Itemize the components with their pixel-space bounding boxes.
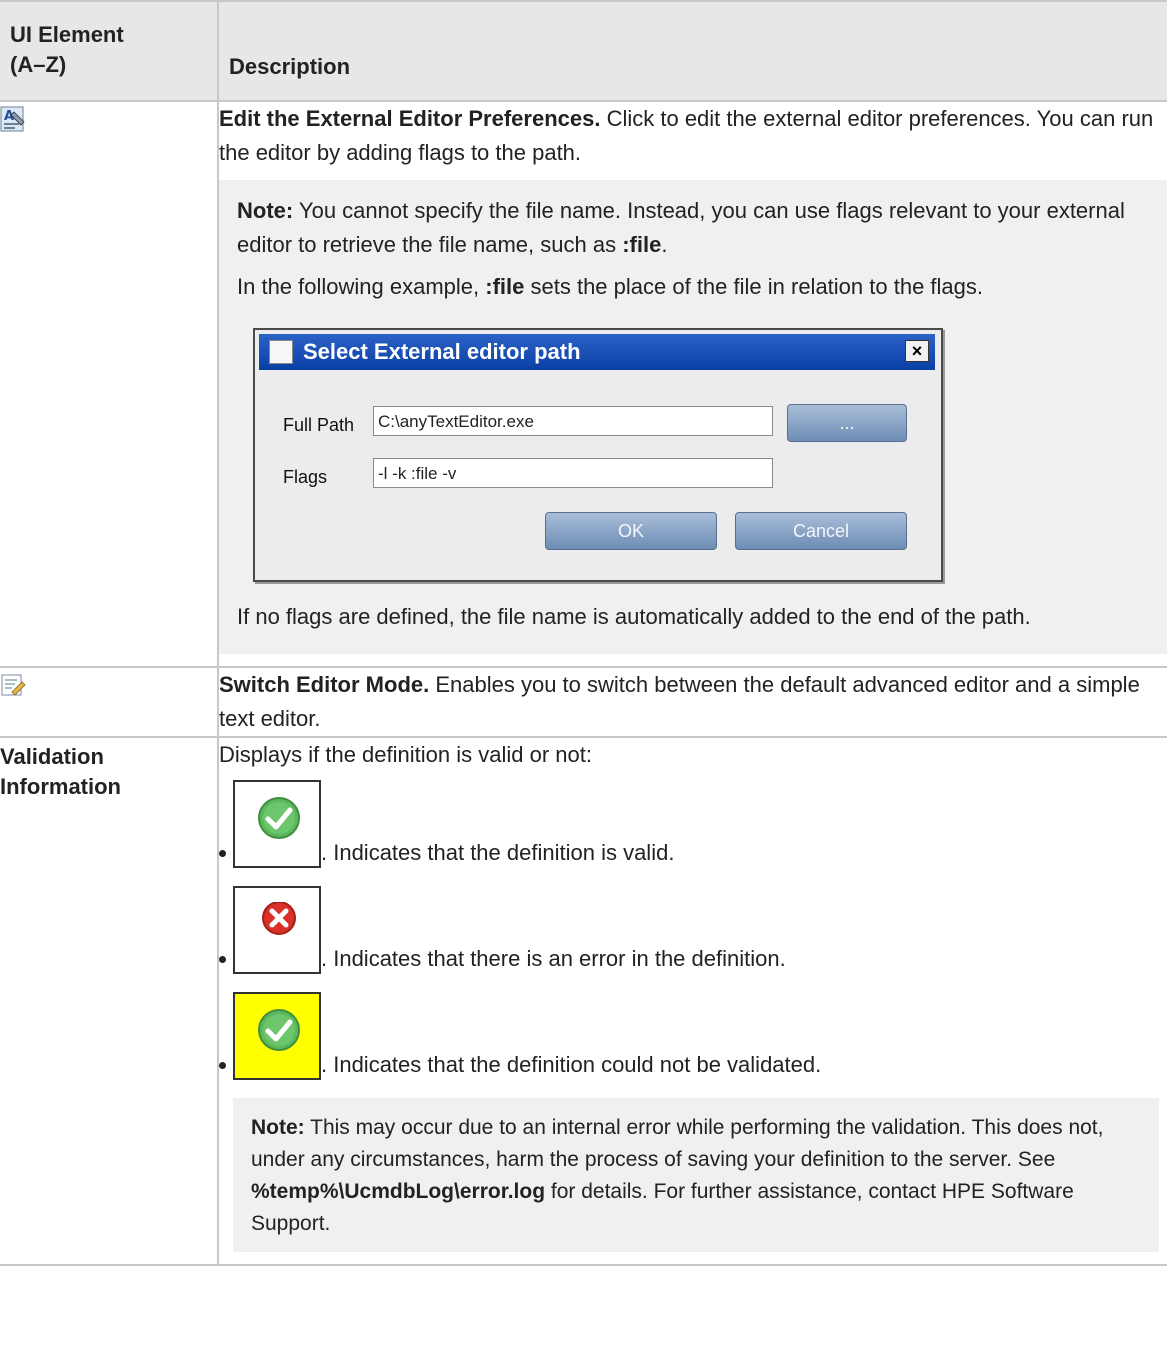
header-description-label: Description [229, 54, 351, 79]
full-path-input[interactable]: C:\anyTextEditor.exe [373, 406, 773, 436]
example-end: sets the place of the file in relation t… [524, 274, 984, 299]
note-text-end: . [661, 232, 668, 257]
note-paragraph: Note: You cannot specify the file name. … [237, 194, 1149, 262]
note-label: Note: [251, 1116, 305, 1139]
cancel-button[interactable]: Cancel [735, 512, 907, 550]
row-description: Edit the External Editor Preferences. Cl… [219, 102, 1167, 170]
header-description: Description [217, 0, 1167, 102]
dialog-screenshot: Select External editor path × Full Path … [237, 312, 1149, 600]
row-description: Switch Editor Mode. Enables you to switc… [219, 668, 1167, 736]
ok-button[interactable]: OK [545, 512, 717, 550]
validation-note-box: Note: This may occur due to an internal … [233, 1098, 1159, 1252]
example-paragraph: In the following example, :file sets the… [237, 270, 1149, 304]
header-ui-element: UI Element (A–Z) [0, 0, 219, 102]
list-item: . Indicates that there is an error in th… [219, 886, 1167, 992]
row-title: Switch Editor Mode. [219, 672, 430, 697]
description-cell: Edit the External Editor Preferences. Cl… [217, 100, 1167, 668]
java-app-icon [269, 340, 293, 364]
ui-element-cell: A [0, 100, 219, 668]
ui-elements-table: UI Element (A–Z) Description A Edit the … [0, 0, 1167, 1266]
dialog-title: Select External editor path [303, 339, 581, 364]
switch-editor-mode-icon [0, 672, 26, 698]
error-log-path: %temp%\UcmdbLog\error.log [251, 1180, 546, 1203]
bullet [219, 850, 226, 857]
full-path-label: Full Path [283, 415, 355, 435]
ui-element-cell: Validation Information [0, 736, 219, 1266]
note-flag: :file [622, 232, 662, 257]
status-text: . Indicates that the definition could no… [321, 1052, 822, 1077]
validation-status-list: . Indicates that the definition is valid… [219, 780, 1167, 1098]
ui-element-cell [0, 666, 219, 738]
bullet [219, 1062, 226, 1069]
note-after: If no flags are defined, the file name i… [237, 604, 1031, 629]
list-item: . Indicates that the definition could no… [219, 992, 1167, 1098]
browse-button[interactable]: ... [787, 404, 907, 442]
example-start: In the following example, [237, 274, 486, 299]
table-header-row: UI Element (A–Z) Description [0, 0, 1167, 102]
bullet [219, 956, 226, 963]
error-x-icon [233, 886, 321, 974]
header-ui-element-line2: (A–Z) [10, 52, 67, 77]
note-label: Note: [237, 198, 294, 223]
row-title: Edit the External Editor Preferences. [219, 106, 601, 131]
edit-external-editor-icon: A [0, 106, 26, 132]
description-cell: Displays if the definition is valid or n… [217, 736, 1167, 1266]
table-row: Switch Editor Mode. Enables you to switc… [0, 666, 1167, 738]
flags-input[interactable]: -l -k :file -v [373, 458, 773, 488]
dialog-title-bar: Select External editor path × [259, 334, 935, 370]
select-editor-dialog: Select External editor path × Full Path … [253, 328, 943, 582]
header-ui-element-line1: UI Element [10, 22, 124, 47]
table-row: A Edit the External Editor Preferences. … [0, 100, 1167, 668]
note-text: This may occur due to an internal error … [251, 1116, 1104, 1171]
note-box: Note: You cannot specify the file name. … [219, 180, 1167, 654]
description-cell: Switch Editor Mode. Enables you to switc… [217, 666, 1167, 738]
table-row: Validation Information Displays if the d… [0, 736, 1167, 1266]
example-flag: :file [485, 274, 525, 299]
status-text: . Indicates that the definition is valid… [321, 840, 675, 865]
validation-intro: Displays if the definition is valid or n… [219, 742, 592, 767]
list-item: . Indicates that the definition is valid… [219, 780, 1167, 886]
validation-information-label: Validation Information [0, 744, 121, 799]
valid-check-icon [233, 780, 321, 868]
status-text: . Indicates that there is an error in th… [321, 946, 786, 971]
not-validated-icon [233, 992, 321, 1080]
close-icon[interactable]: × [905, 340, 929, 362]
flags-label: Flags [283, 467, 328, 487]
note-text: You cannot specify the file name. Instea… [237, 198, 1125, 257]
